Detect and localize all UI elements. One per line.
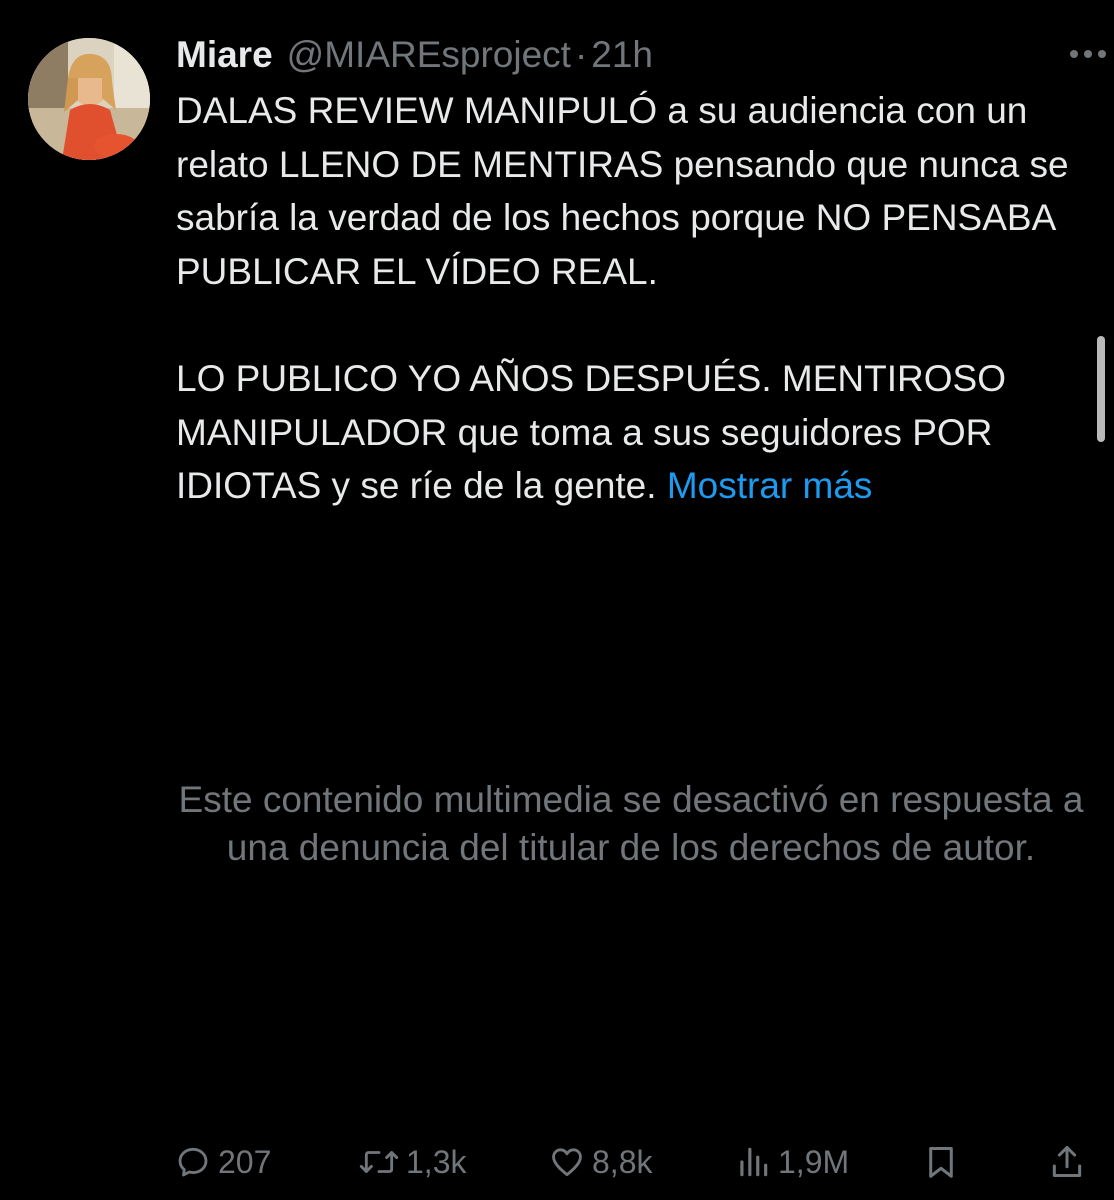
avatar-photo (28, 38, 150, 160)
bookmark-button[interactable] (922, 1138, 960, 1186)
action-bar: 207 1,3k 8,8k 1,9M (174, 1138, 1086, 1186)
like-count: 8,8k (592, 1143, 653, 1180)
display-name[interactable]: Miare (176, 34, 273, 76)
views-count: 1,9M (778, 1143, 850, 1180)
tweet: Miare @MIAREsproject · 21h DALAS REVIEW … (0, 0, 1114, 1200)
separator-dot: · (574, 34, 588, 75)
reply-count: 207 (218, 1143, 272, 1180)
ellipsis-icon (1070, 50, 1106, 58)
share-button[interactable] (1048, 1138, 1086, 1186)
tweet-paragraph: DALAS REVIEW MANIPULÓ a su audiencia con… (176, 90, 1069, 292)
reply-icon (178, 1147, 208, 1177)
bookmark-icon (929, 1147, 953, 1178)
media-disabled-notice: Este contenido multimedia se desactivó e… (178, 779, 1084, 868)
reply-button[interactable]: 207 (174, 1138, 271, 1186)
repost-icon (359, 1151, 399, 1173)
show-more-link[interactable]: Mostrar más (667, 465, 873, 506)
like-icon (552, 1148, 582, 1177)
more-options-button[interactable] (1064, 34, 1112, 74)
timestamp[interactable]: 21h (591, 34, 653, 76)
share-icon (1052, 1145, 1082, 1177)
user-handle[interactable]: @MIAREsproject (287, 34, 571, 76)
repost-button[interactable]: 1,3k (358, 1138, 466, 1186)
tweet-header: Miare @MIAREsproject · 21h (176, 30, 653, 80)
tweet-text: DALAS REVIEW MANIPULÓ a su audiencia con… (176, 84, 1086, 513)
repost-count: 1,3k (406, 1143, 467, 1180)
avatar[interactable] (28, 38, 150, 160)
tweet-paragraph: LO PUBLICO YO AÑOS DESPUÉS. MENTIROSO MA… (176, 352, 1086, 513)
like-button[interactable]: 8,8k (548, 1138, 652, 1186)
views-button[interactable]: 1,9M (734, 1138, 849, 1186)
tweet-paragraph-text: LO PUBLICO YO AÑOS DESPUÉS. MENTIROSO MA… (176, 357, 1006, 507)
scrollbar[interactable] (1097, 336, 1105, 442)
views-icon (740, 1147, 768, 1177)
